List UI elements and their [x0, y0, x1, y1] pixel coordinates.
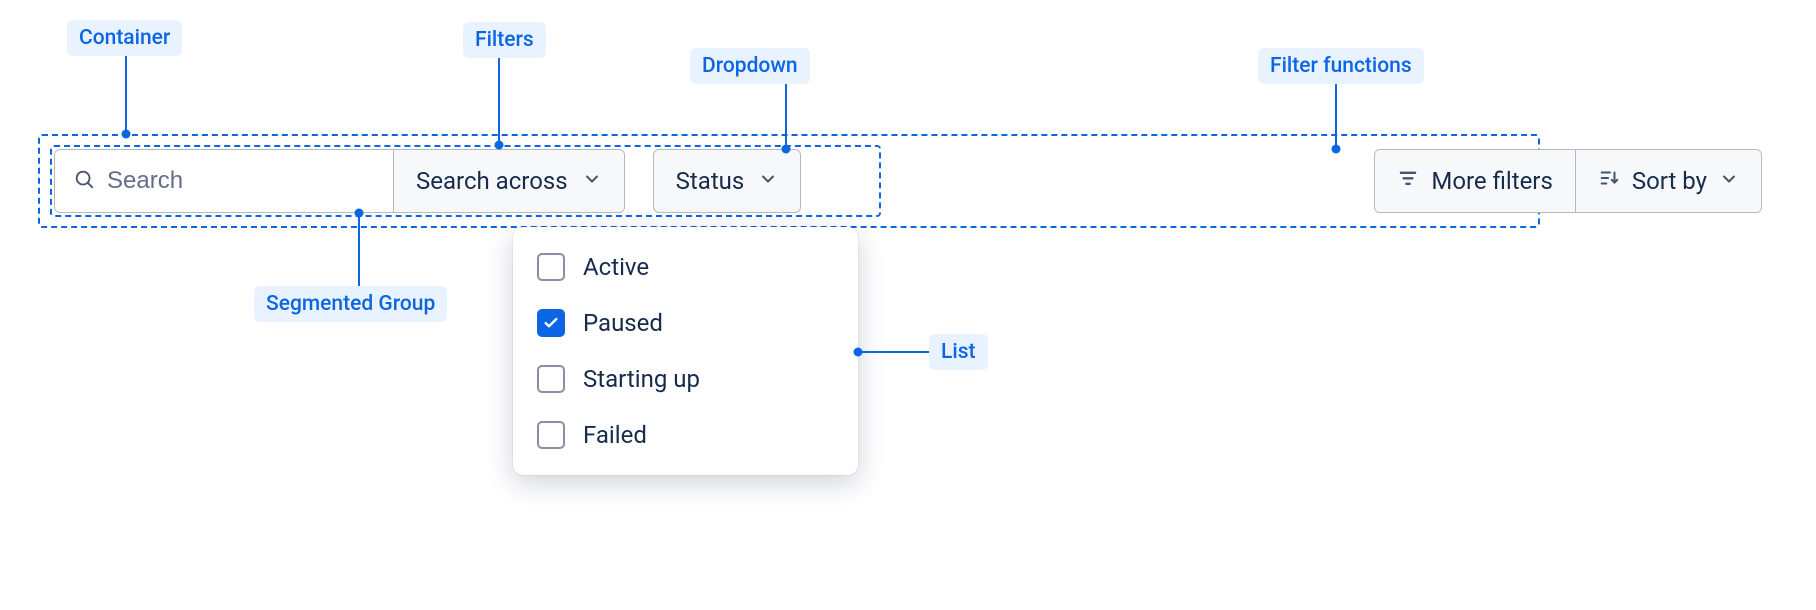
search-across-label: Search across: [416, 167, 568, 195]
status-option-starting-up[interactable]: Starting up: [513, 351, 858, 407]
anno-dot: [122, 130, 131, 139]
anno-line: [498, 58, 500, 145]
anno-dot: [782, 145, 791, 154]
filter-bar-container: Search across Status: [54, 149, 1762, 213]
more-filters-button[interactable]: More filters: [1375, 150, 1574, 212]
anno-line: [785, 84, 787, 149]
status-option-label: Paused: [583, 309, 663, 337]
search-across-button[interactable]: Search across: [393, 150, 624, 212]
status-option-label: Failed: [583, 421, 647, 449]
segmented-group: Search across: [54, 149, 625, 213]
chevron-down-icon: [582, 167, 602, 195]
status-dropdown-list: Active Paused Starting up Failed: [513, 227, 858, 475]
anno-container-label: Container: [67, 20, 182, 56]
status-dropdown-button[interactable]: Status: [653, 149, 802, 213]
more-filters-label: More filters: [1431, 167, 1552, 195]
anno-line: [1335, 84, 1337, 149]
checkbox-unchecked[interactable]: [537, 421, 565, 449]
status-label: Status: [676, 167, 745, 195]
anno-dropdown-label: Dropdown: [690, 48, 810, 84]
sort-icon: [1598, 167, 1620, 195]
chevron-down-icon: [758, 167, 778, 195]
search-input[interactable]: [107, 167, 375, 195]
anno-list-label: List: [929, 334, 988, 370]
status-option-failed[interactable]: Failed: [513, 407, 858, 463]
status-option-label: Active: [583, 253, 649, 281]
status-option-active[interactable]: Active: [513, 239, 858, 295]
anno-filter-functions-label: Filter functions: [1258, 48, 1424, 84]
filters-cluster: Search across Status: [54, 149, 801, 213]
anno-dot: [355, 209, 364, 218]
checkbox-unchecked[interactable]: [537, 253, 565, 281]
status-option-label: Starting up: [583, 365, 700, 393]
anno-dot: [854, 348, 863, 357]
chevron-down-icon: [1719, 167, 1739, 195]
search-icon: [73, 168, 95, 194]
sort-by-button[interactable]: Sort by: [1575, 150, 1761, 212]
anno-dot: [1332, 145, 1341, 154]
filter-functions-group: More filters Sort by: [1374, 149, 1762, 213]
anno-line: [858, 351, 929, 353]
sort-by-label: Sort by: [1632, 167, 1707, 195]
search-field-wrapper: [55, 150, 393, 212]
checkbox-unchecked[interactable]: [537, 365, 565, 393]
checkbox-checked[interactable]: [537, 309, 565, 337]
anno-line: [358, 213, 360, 286]
anno-segmented-group-label: Segmented Group: [254, 286, 447, 322]
status-option-paused[interactable]: Paused: [513, 295, 858, 351]
anno-line: [125, 56, 127, 134]
filter-icon: [1397, 167, 1419, 195]
anno-filters-label: Filters: [463, 22, 546, 58]
anno-dot: [495, 141, 504, 150]
